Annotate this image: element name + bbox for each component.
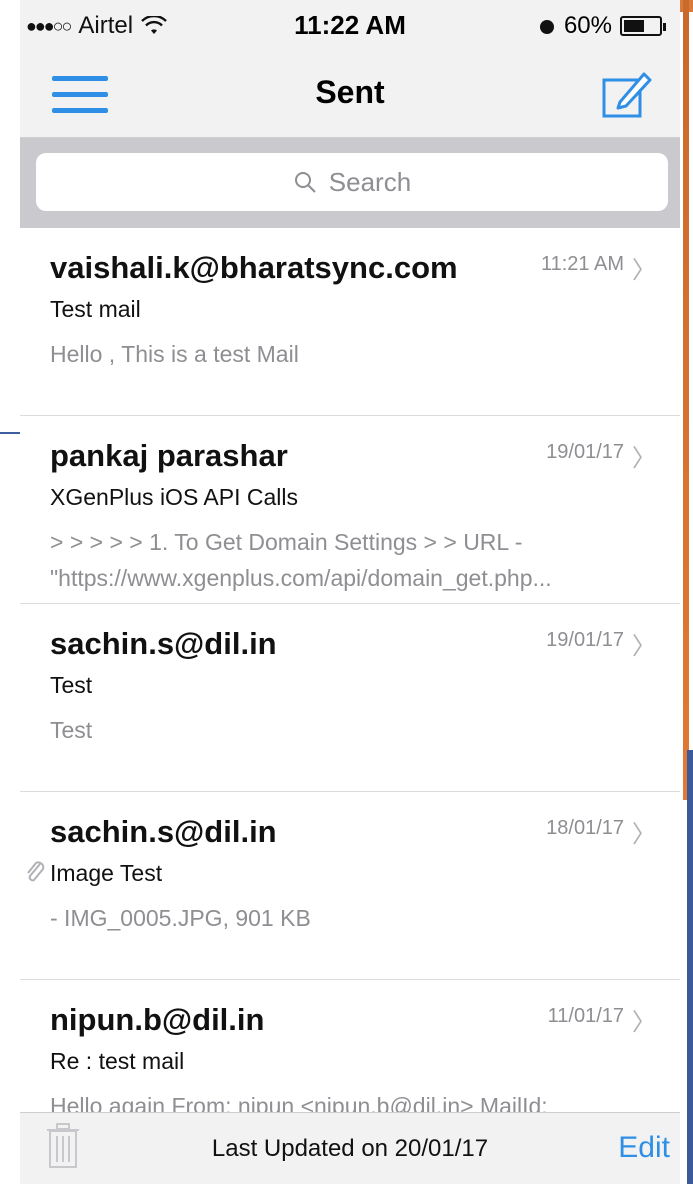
list-item[interactable]: vaishali.k@bharatsync.com 11:21 AM 〉 Tes…	[20, 228, 680, 416]
mail-date: 18/01/17	[546, 817, 624, 839]
mail-sender: sachin.s@dil.in	[50, 626, 277, 661]
phone-screen: ●●●○○ Airtel 11:22 AM 60% Sent Search va…	[20, 0, 680, 1184]
list-item[interactable]: pankaj parashar 19/01/17 〉 XGenPlus iOS …	[20, 416, 680, 604]
chevron-right-icon: 〉	[632, 445, 656, 472]
mail-preview: - IMG_0005.JPG, 901 KB	[50, 905, 311, 931]
mail-sender: sachin.s@dil.in	[50, 814, 277, 849]
search-bar: Search	[20, 138, 680, 228]
mail-preview: Test	[50, 717, 93, 743]
mail-sender: pankaj parashar	[50, 438, 288, 473]
list-item[interactable]: sachin.s@dil.in 18/01/17 〉 Image Test - …	[20, 792, 680, 980]
list-item[interactable]: sachin.s@dil.in 19/01/17 〉 Test Test	[20, 604, 680, 792]
mail-date: 11:21 AM	[540, 253, 624, 275]
mail-subject: XGenPlus iOS API Calls	[50, 484, 298, 510]
mail-subject: Re : test mail	[50, 1048, 185, 1074]
mail-date: 11/01/17	[547, 1005, 624, 1027]
status-bar: ●●●○○ Airtel 11:22 AM 60%	[20, 0, 680, 58]
last-updated-label: Last Updated on 20/01/17	[211, 1135, 489, 1162]
chevron-right-icon: 〉	[632, 821, 656, 848]
alarm-icon	[539, 20, 554, 34]
battery-icon	[620, 16, 666, 36]
battery-percent: 60%	[563, 12, 612, 39]
background-edge-blue	[687, 750, 693, 1184]
chevron-right-icon: 〉	[632, 257, 656, 284]
navigation-bar: Sent	[20, 58, 680, 138]
search-input[interactable]: Search	[36, 153, 668, 211]
mail-sender: vaishali.k@bharatsync.com	[50, 250, 458, 285]
compose-icon[interactable]	[598, 66, 654, 122]
mail-date: 19/01/17	[546, 441, 624, 463]
chevron-right-icon: 〉	[632, 1009, 656, 1036]
search-placeholder: Search	[328, 166, 412, 197]
mail-sender: nipun.b@dil.in	[50, 1002, 265, 1037]
mail-subject: Image Test	[50, 860, 163, 886]
page-title: Sent	[315, 74, 385, 110]
attachment-icon	[27, 861, 45, 882]
chevron-right-icon: 〉	[632, 633, 656, 660]
search-icon	[294, 172, 316, 193]
mail-preview: > > > > > 1. To Get Domain Settings > > …	[50, 529, 552, 591]
mail-subject: Test	[50, 672, 93, 698]
edit-button[interactable]: Edit	[618, 1131, 670, 1165]
mail-preview: Hello , This is a test Mail	[50, 341, 299, 367]
mail-list: vaishali.k@bharatsync.com 11:21 AM 〉 Tes…	[20, 228, 680, 1168]
bottom-toolbar: Last Updated on 20/01/17 Edit	[20, 1112, 680, 1184]
mail-date: 19/01/17	[546, 629, 624, 651]
background-edge-orange	[683, 0, 689, 800]
mail-subject: Test mail	[50, 296, 141, 322]
